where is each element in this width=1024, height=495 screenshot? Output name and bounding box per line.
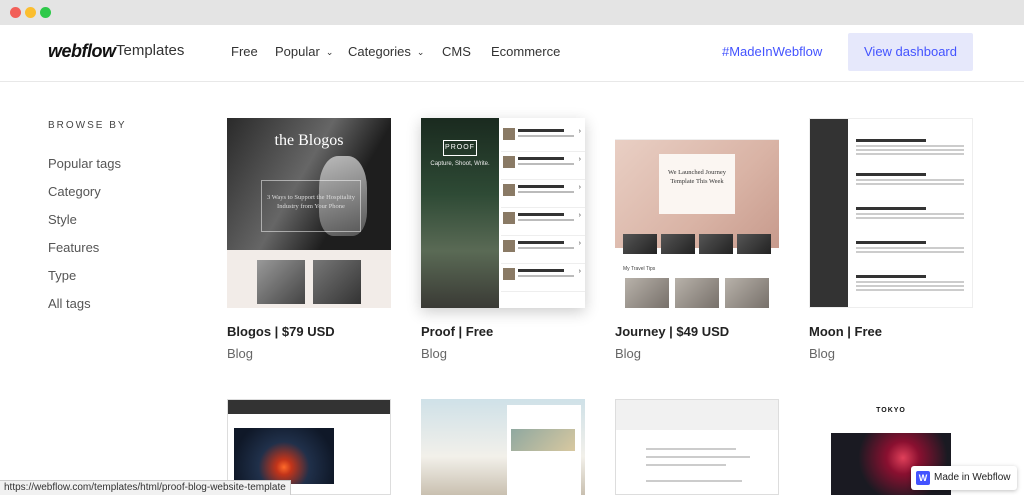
template-title[interactable]: Proof | Free xyxy=(421,324,493,339)
made-in-webflow-label: Made in Webflow xyxy=(934,472,1011,483)
template-category[interactable]: Blog xyxy=(227,346,253,361)
thumbnail-headline-card: We Launched Journey Template This Week xyxy=(659,154,735,214)
sidebar-item-style[interactable]: Style xyxy=(48,212,77,227)
thumbnail-post-row: › xyxy=(501,208,585,236)
site-header: webflow Templates Free Popular ⌄ Categori… xyxy=(0,25,1024,82)
sidebar-item-type[interactable]: Type xyxy=(48,268,76,283)
nav-categories[interactable]: Categories ⌄ xyxy=(348,44,424,59)
thumbnail-photo xyxy=(675,278,719,308)
template-thumbnail-blogos[interactable]: the Blogos 3 Ways to Support the Hospita… xyxy=(227,118,391,308)
template-title[interactable]: Blogos | $79 USD xyxy=(227,324,335,339)
thumbnail-headline-box: 3 Ways to Support the Hospitality Indust… xyxy=(261,180,361,232)
thumbnail-post-row: › xyxy=(501,236,585,264)
thumbnail-text-line xyxy=(646,456,750,458)
thumbnail-photo xyxy=(313,260,361,304)
browser-titlebar xyxy=(0,0,1024,25)
template-thumbnail-journey[interactable]: We Launched Journey Template This Week M… xyxy=(615,118,779,308)
thumbnail-headline: 3 Ways to Support the Hospitality Indust… xyxy=(266,194,355,210)
close-window-icon[interactable] xyxy=(10,7,21,18)
chevron-down-icon: ⌄ xyxy=(325,47,334,57)
sidebar-item-popular-tags[interactable]: Popular tags xyxy=(48,156,121,171)
thumbnail-photo xyxy=(257,260,305,304)
thumbnail-post-entry xyxy=(856,139,966,157)
status-bar-url: https://webflow.com/templates/html/proof… xyxy=(0,480,291,495)
nav-popular-label: Popular xyxy=(275,44,320,59)
thumbnail-photo xyxy=(511,429,575,451)
template-category[interactable]: Blog xyxy=(615,346,641,361)
maximize-window-icon[interactable] xyxy=(40,7,51,18)
made-in-webflow-badge[interactable]: W Made in Webflow xyxy=(911,466,1017,490)
template-category[interactable]: Blog xyxy=(809,346,835,361)
thumbnail-text-line xyxy=(646,480,742,482)
thumbnail-headline: We Launched Journey Template This Week xyxy=(668,169,726,185)
view-dashboard-button[interactable]: View dashboard xyxy=(848,33,973,71)
thumbnail-section-label: My Travel Tips xyxy=(623,266,656,272)
thumbnail-logo-badge: PROOF xyxy=(443,140,477,156)
thumbnail-post-entry xyxy=(856,275,966,293)
template-thumbnail-proof[interactable]: PROOF Capture, Shoot, Write. › › › › › › xyxy=(421,118,585,308)
templates-logo-label[interactable]: Templates xyxy=(116,42,184,59)
chevron-down-icon: ⌄ xyxy=(416,47,425,57)
thumbnail-text-line xyxy=(646,464,726,466)
thumbnail-tagline: Capture, Shoot, Write. xyxy=(430,161,490,167)
thumbnail-navbar xyxy=(228,400,390,414)
thumbnail-photo xyxy=(625,278,669,308)
template-title[interactable]: Journey | $49 USD xyxy=(615,324,729,339)
thumbnail-post-row: › xyxy=(501,152,585,180)
template-thumbnail-moon[interactable] xyxy=(809,118,973,308)
thumbnail-text-line xyxy=(646,448,736,450)
thumbnail-volcano-image xyxy=(234,428,334,484)
browse-by-heading: BROWSE BY xyxy=(48,120,127,131)
webflow-icon: W xyxy=(916,471,930,485)
thumbnail-header xyxy=(616,400,778,430)
template-title[interactable]: Moon | Free xyxy=(809,324,882,339)
webflow-logo[interactable]: webflow xyxy=(48,41,116,62)
thumbnail-post-entry xyxy=(856,241,966,255)
sidebar-item-category[interactable]: Category xyxy=(48,184,101,199)
nav-ecommerce[interactable]: Ecommerce xyxy=(491,44,560,59)
thumbnail-post-row: › xyxy=(501,264,585,292)
thumbnail-navbar xyxy=(615,118,779,140)
nav-cms[interactable]: CMS xyxy=(442,44,471,59)
template-category[interactable]: Blog xyxy=(421,346,447,361)
minimize-window-icon[interactable] xyxy=(25,7,36,18)
thumbnail-post-entry xyxy=(856,173,966,187)
thumbnail-post-entry xyxy=(856,207,966,221)
sidebar-item-features[interactable]: Features xyxy=(48,240,99,255)
thumbnail-dark-sidebar xyxy=(810,119,848,307)
template-thumbnail[interactable] xyxy=(615,399,779,495)
thumbnail-photo-strip xyxy=(623,234,771,254)
sidebar-item-all-tags[interactable]: All tags xyxy=(48,296,91,311)
nav-free[interactable]: Free xyxy=(231,44,258,59)
thumbnail-lower-section xyxy=(227,250,391,308)
thumbnail-photo xyxy=(725,278,769,308)
nav-categories-label: Categories xyxy=(348,44,411,59)
made-in-webflow-link[interactable]: #MadeInWebflow xyxy=(722,44,822,59)
thumbnail-logo-text: the Blogos xyxy=(274,132,344,149)
thumbnail-post-row: › xyxy=(501,180,585,208)
template-thumbnail[interactable] xyxy=(421,399,585,495)
thumbnail-logo-text: TOKYO xyxy=(876,407,906,414)
nav-popular[interactable]: Popular ⌄ xyxy=(275,44,333,59)
thumbnail-post-row: › xyxy=(501,124,585,152)
